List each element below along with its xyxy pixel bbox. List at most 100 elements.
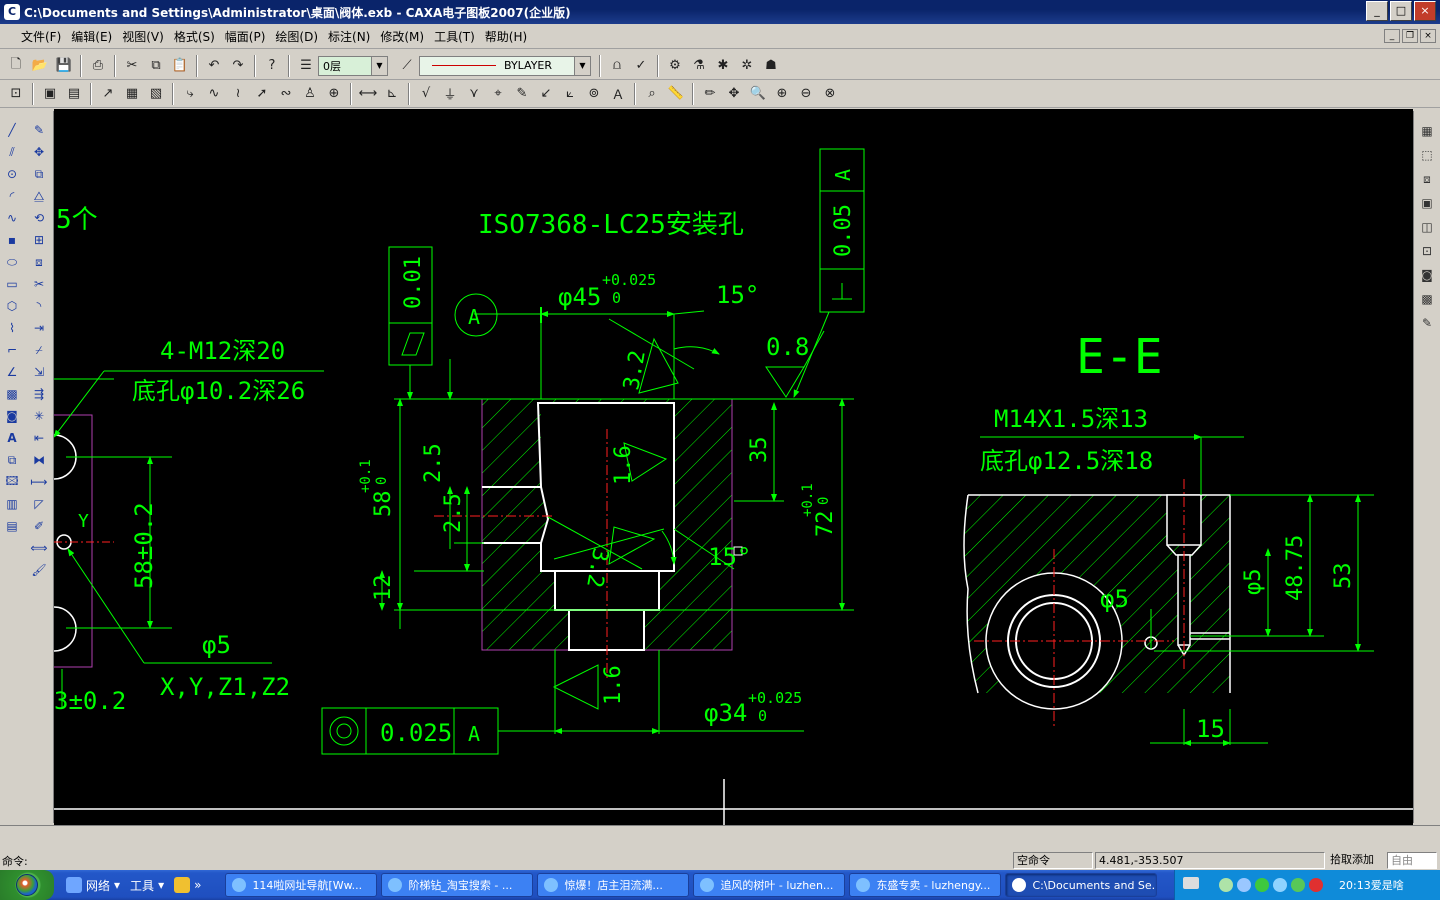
monitor-tray-icon[interactable]	[1237, 878, 1251, 892]
stretch-icon[interactable]: ⇲	[27, 361, 51, 383]
zoom-window-icon[interactable]: ⊗	[819, 83, 841, 105]
volume-tray-icon[interactable]	[1273, 878, 1287, 892]
parallel-line-icon[interactable]: ⫽	[0, 141, 24, 163]
offset-icon[interactable]: ⇶	[27, 383, 51, 405]
parts-list-icon[interactable]: ▦	[121, 83, 143, 105]
hole-icon[interactable]: ⊚	[583, 83, 605, 105]
align-icon[interactable]: ⇤	[27, 427, 51, 449]
arc-icon[interactable]: ◜	[0, 185, 24, 207]
explode-tool-icon[interactable]: ✳	[27, 405, 51, 427]
command-history-area[interactable]	[0, 825, 1440, 850]
figure-icon[interactable]: ♙	[299, 83, 321, 105]
copy-icon[interactable]: ⧉	[145, 55, 167, 77]
fill-icon[interactable]: ◙	[0, 405, 24, 427]
lengthen-icon[interactable]: ⟼	[27, 471, 51, 493]
scale-dim-icon[interactable]: ⟺	[27, 537, 51, 559]
menu-sheet[interactable]: 幅面(P)	[220, 25, 271, 49]
ie-icon[interactable]	[66, 877, 82, 893]
start-button[interactable]	[0, 870, 54, 900]
array-icon[interactable]: ⊞	[27, 229, 51, 251]
spline-icon[interactable]: ∾	[275, 83, 297, 105]
hatch-icon[interactable]: ▩	[0, 383, 24, 405]
smiley-icon[interactable]	[174, 877, 191, 893]
detail-view-icon[interactable]: ▣	[1414, 191, 1440, 215]
check-icon[interactable]: ✓	[630, 55, 652, 77]
task-114-navigation[interactable]: 114啦网址导航[Ww...	[225, 873, 378, 897]
snap-mode-select[interactable]: 自由	[1387, 852, 1437, 869]
zoom-out-icon[interactable]: ⊖	[795, 83, 817, 105]
task-zhuifeng[interactable]: 追风的树叶 - luzhen...	[693, 873, 846, 897]
doc-close-button[interactable]: ×	[1420, 29, 1436, 43]
library-icon[interactable]: ☗	[760, 55, 782, 77]
menu-edit[interactable]: 编辑(E)	[66, 25, 117, 49]
mirror-icon[interactable]: ⧋	[27, 185, 51, 207]
search-icon[interactable]: ⌕	[641, 83, 663, 105]
doc-restore-button[interactable]: ❐	[1402, 29, 1418, 43]
clock[interactable]: 20:13爱是啥	[1339, 877, 1404, 893]
new-file-icon[interactable]: 🗋	[5, 55, 27, 77]
security-tray-icon[interactable]	[1291, 878, 1305, 892]
leader-icon[interactable]: ↙	[535, 83, 557, 105]
annotation-icon[interactable]: ✎	[511, 83, 533, 105]
library-insert-icon[interactable]: ▥	[0, 493, 24, 515]
edit-view-icon[interactable]: ✎	[1414, 311, 1440, 335]
roughness-icon[interactable]: √	[415, 83, 437, 105]
menu-modify[interactable]: 修改(M)	[375, 25, 429, 49]
task-taobao-search[interactable]: 阶梯钻_淘宝搜索 - ...	[381, 873, 534, 897]
match-icon[interactable]: ⚗	[688, 55, 710, 77]
menu-draw[interactable]: 绘图(D)	[270, 25, 323, 49]
linetype-icon[interactable]: ⟋	[396, 55, 418, 77]
keyboard-icon[interactable]	[1183, 877, 1199, 889]
rectangle-icon[interactable]: ▭	[0, 273, 24, 295]
measure-icon[interactable]: 📏	[665, 83, 687, 105]
table-icon[interactable]: ▧	[145, 83, 167, 105]
task-caxa[interactable]: C:\Documents and Se...	[1005, 873, 1158, 897]
chamfer-icon[interactable]: ◸	[27, 493, 51, 515]
layer-select[interactable]: 0层 ▼	[318, 55, 388, 76]
fillet-icon[interactable]: ◝	[27, 295, 51, 317]
aux-view-icon[interactable]: ◫	[1414, 215, 1440, 239]
block-icon[interactable]: ✲	[736, 55, 758, 77]
command-prompt[interactable]: 命令:	[2, 853, 28, 869]
camera-icon[interactable]: ◙	[1414, 263, 1440, 287]
redo-icon[interactable]: ↷	[227, 55, 249, 77]
linetype-select[interactable]: BYLAYER ▼	[419, 55, 591, 76]
network-tray-icon[interactable]	[1219, 878, 1233, 892]
section-view-icon[interactable]: ⧈	[1414, 167, 1440, 191]
cut-icon[interactable]: ✂	[121, 55, 143, 77]
tools-toolbar[interactable]: 工具 ▾	[130, 877, 164, 894]
chevron-down-icon[interactable]: ▼	[574, 56, 590, 75]
drawing-canvas[interactable]: 5个 4-M12深20 底孔φ10.2深26 Y 58±0.2 φ5 X,Y,Z…	[54, 109, 1413, 825]
polyline-icon[interactable]: ⌇	[0, 317, 24, 339]
wave-icon[interactable]: ∿	[203, 83, 225, 105]
frame-icon[interactable]: ⊡	[5, 83, 27, 105]
help-icon[interactable]: ?	[261, 55, 283, 77]
chevron-down-icon[interactable]: ▼	[371, 56, 387, 75]
undo-icon[interactable]: ↶	[203, 55, 225, 77]
copy-tool-icon[interactable]: ⧉	[27, 163, 51, 185]
brush-icon[interactable]: 🖌	[27, 559, 51, 581]
pick-mode[interactable]: 拾取添加	[1327, 852, 1385, 869]
join-icon[interactable]: ⧓	[27, 449, 51, 471]
save-icon[interactable]: 💾	[53, 55, 75, 77]
rotate-icon[interactable]: ⟲	[27, 207, 51, 229]
angle-line-icon[interactable]: ∠	[0, 361, 24, 383]
explode-icon[interactable]: ✱	[712, 55, 734, 77]
print-icon[interactable]: ⎙	[87, 55, 109, 77]
menu-dimension[interactable]: 标注(N)	[323, 25, 375, 49]
tolerance-icon[interactable]: ⌖	[487, 83, 509, 105]
properties-icon[interactable]: ⚙	[664, 55, 686, 77]
menu-view[interactable]: 视图(V)	[117, 25, 169, 49]
doc-minimize-button[interactable]: _	[1384, 29, 1400, 43]
task-shop-news[interactable]: 惊爆！店主泪流满...	[537, 873, 690, 897]
linear-dim-icon[interactable]: ⟷	[357, 83, 379, 105]
sheet-icon[interactable]: ▣	[39, 83, 61, 105]
break-icon[interactable]: ⌿	[27, 339, 51, 361]
move-icon[interactable]: ✥	[27, 141, 51, 163]
circle-icon[interactable]: ⊙	[0, 163, 24, 185]
extend-icon[interactable]: ⇥	[27, 317, 51, 339]
menu-format[interactable]: 格式(S)	[169, 25, 220, 49]
zigzag-icon[interactable]: ≀	[227, 83, 249, 105]
view-manager-icon[interactable]: ▦	[1414, 119, 1440, 143]
image-icon[interactable]: 🖾	[0, 471, 24, 493]
